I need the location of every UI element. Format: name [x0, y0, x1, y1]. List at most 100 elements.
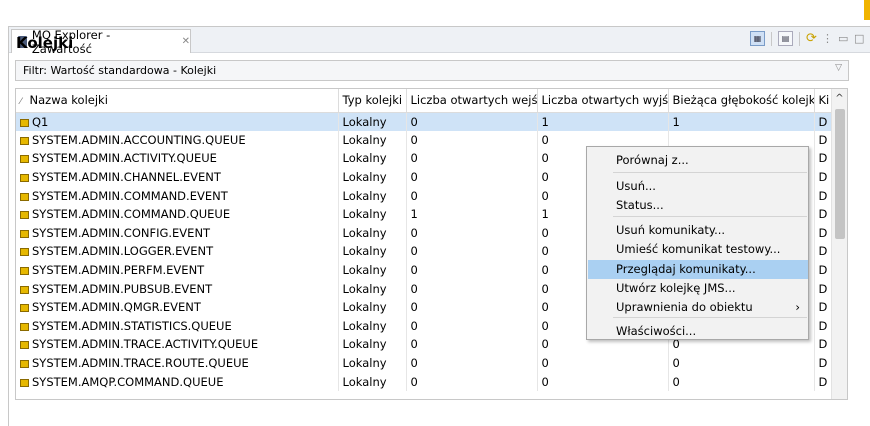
cell-open-input: 0 [406, 297, 538, 317]
cell-extra: D [814, 353, 833, 373]
cell-queue-name: SYSTEM.ADMIN.TRACE.ROUTE.QUEUE [16, 353, 339, 373]
close-icon[interactable]: ✕ [182, 36, 190, 47]
cell-open-input: 0 [406, 353, 538, 373]
queue-icon [20, 118, 29, 127]
queue-icon [20, 155, 29, 164]
queue-icon [20, 285, 29, 294]
minimize-icon[interactable]: ▭ [838, 32, 848, 45]
cell-open-input: 1 [406, 204, 538, 224]
cell-queue-name: SYSTEM.ADMIN.COMMAND.EVENT [16, 186, 339, 205]
cell-current-depth: 0 [668, 372, 815, 391]
chevron-right-icon: › [795, 300, 800, 314]
vertical-scrollbar[interactable]: ^ [831, 89, 847, 399]
queue-icon [20, 211, 29, 220]
queue-icon [20, 378, 29, 387]
filter-label: Filtr: Wartość standardowa - Kolejki [23, 64, 217, 77]
table-row[interactable]: Q1 Lokalny 0 1 1 D [16, 112, 833, 131]
cell-queue-type: Lokalny [338, 297, 407, 317]
menu-item-put-test-message[interactable]: Umieść komunikat testowy... [588, 240, 808, 259]
view-toolbar: ▦ ▤ ⟳ ⋮ ▭ □ [750, 31, 864, 46]
cell-extra: D [814, 223, 833, 243]
menu-item-clear-messages[interactable]: Usuń komunikaty... [588, 221, 808, 240]
cell-queue-type: Lokalny [338, 335, 407, 354]
cell-open-output: 1 [537, 112, 669, 131]
queue-icon [20, 341, 29, 350]
column-header-depth[interactable]: Bieżąca głębokość kolejki [668, 89, 815, 113]
menu-item-object-authorities[interactable]: Uprawnienia do obiektu › [588, 298, 808, 317]
menu-item-browse-messages[interactable]: Przeglądaj komunikaty... [588, 260, 808, 279]
menu-separator [613, 172, 807, 173]
menu-separator [613, 317, 807, 318]
cell-extra: D [814, 130, 833, 150]
menu-item-create-jms-queue[interactable]: Utwórz kolejkę JMS... [588, 279, 808, 298]
cell-queue-name: SYSTEM.ADMIN.STATISTICS.QUEUE [16, 316, 339, 336]
cell-open-input: 0 [406, 372, 538, 391]
queue-icon [20, 360, 29, 369]
filter-bar[interactable]: Filtr: Wartość standardowa - Kolejki ▽ [15, 60, 849, 81]
cell-extra: D [814, 112, 833, 131]
cell-queue-name: SYSTEM.ADMIN.TRACE.ACTIVITY.QUEUE [16, 335, 339, 354]
cell-open-input: 0 [406, 167, 538, 187]
cell-queue-name: SYSTEM.ADMIN.PUBSUB.EVENT [16, 279, 339, 298]
cell-queue-name: SYSTEM.ADMIN.ACTIVITY.QUEUE [16, 149, 339, 168]
table-header: ⁄ Nazwa kolejki Typ kolejki Liczba otwart… [16, 89, 833, 113]
cell-queue-type: Lokalny [338, 316, 407, 336]
cell-extra: D [814, 316, 833, 336]
column-header-open-output[interactable]: Liczba otwartych wyjść [537, 89, 669, 113]
queue-icon [20, 267, 29, 276]
cell-queue-type: Lokalny [338, 186, 407, 205]
menu-separator [613, 216, 807, 217]
cell-extra: D [814, 260, 833, 280]
cell-current-depth: 0 [668, 353, 815, 373]
column-header-more[interactable]: Ki [814, 89, 833, 113]
table-row[interactable]: SYSTEM.ADMIN.TRACE.ROUTE.QUEUE Lokalny 0 0 0… [16, 353, 833, 373]
cell-open-input: 0 [406, 242, 538, 261]
queue-icon [20, 304, 29, 313]
view-menu-icon[interactable]: ⋮ [822, 32, 833, 45]
refresh-icon[interactable]: ⟳ [806, 31, 817, 46]
column-header-open-input[interactable]: Liczba otwartych wejść [406, 89, 538, 113]
cell-queue-type: Lokalny [338, 372, 407, 391]
column-header-type[interactable]: Typ kolejki [338, 89, 407, 113]
toolbar-separator [799, 31, 800, 46]
menu-item-status[interactable]: Status... [588, 196, 808, 215]
scroll-up-icon[interactable]: ^ [832, 89, 847, 109]
cell-queue-type: Lokalny [338, 149, 407, 168]
cell-extra: D [814, 279, 833, 298]
sort-icon: ⁄ [20, 97, 22, 108]
queue-icon [20, 174, 29, 183]
cell-open-input: 0 [406, 130, 538, 150]
table-view-icon[interactable]: ▦ [750, 31, 765, 46]
cell-queue-name: SYSTEM.ADMIN.CONFIG.EVENT [16, 223, 339, 243]
menu-item-delete[interactable]: Usuń... [588, 177, 808, 196]
cell-queue-name: SYSTEM.ADMIN.ACCOUNTING.QUEUE [16, 130, 339, 150]
cell-queue-name: Q1 [16, 112, 339, 131]
context-menu: Porównaj z... Usuń... Status... Usuń komuni… [586, 146, 809, 340]
cell-queue-type: Lokalny [338, 353, 407, 373]
cell-queue-name: SYSTEM.ADMIN.CHANNEL.EVENT [16, 167, 339, 187]
cell-queue-name: SYSTEM.ADMIN.COMMAND.QUEUE [16, 204, 339, 224]
cell-extra: D [814, 167, 833, 187]
cell-open-input: 0 [406, 186, 538, 205]
cell-queue-type: Lokalny [338, 112, 407, 131]
queue-icon [20, 192, 29, 201]
corner-mark [864, 0, 870, 20]
cell-queue-name: SYSTEM.AMQP.COMMAND.QUEUE [16, 372, 339, 391]
maximize-icon[interactable]: □ [854, 32, 864, 45]
tab-bar: MQ Explorer - Zawartość ✕ ▦ ▤ ⟳ ⋮ ▭ □ [9, 27, 870, 56]
cell-open-input: 0 [406, 316, 538, 336]
cell-queue-type: Lokalny [338, 130, 407, 150]
table-row[interactable]: SYSTEM.AMQP.COMMAND.QUEUE Lokalny 0 0 0 D [16, 372, 833, 391]
page-title: Kolejki [16, 34, 74, 52]
scroll-thumb[interactable] [835, 109, 845, 239]
cell-open-input: 0 [406, 112, 538, 131]
columns-icon[interactable]: ▤ [778, 31, 793, 46]
cell-open-input: 0 [406, 335, 538, 354]
cell-open-input: 0 [406, 223, 538, 243]
menu-item-compare[interactable]: Porównaj z... [588, 151, 808, 170]
cell-extra: D [814, 372, 833, 391]
cell-open-input: 0 [406, 279, 538, 298]
column-header-name[interactable]: ⁄ Nazwa kolejki [16, 89, 339, 113]
menu-item-properties[interactable]: Właściwości... [588, 322, 808, 341]
chevron-down-icon[interactable]: ▽ [835, 63, 842, 73]
